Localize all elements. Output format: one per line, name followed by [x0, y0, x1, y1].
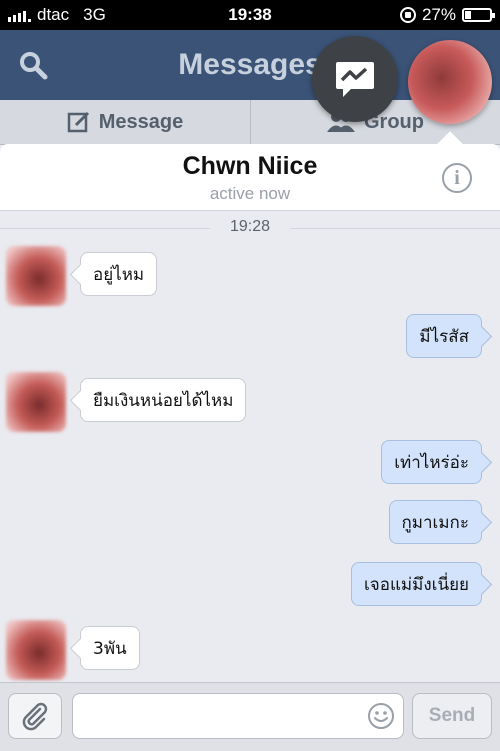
message-input-box[interactable]: [72, 693, 404, 740]
compose-icon: [67, 111, 89, 133]
timestamp-divider: 19:28: [0, 218, 500, 238]
battery-icon: [462, 8, 495, 22]
contact-avatar[interactable]: [6, 620, 66, 680]
messenger-bubble-button[interactable]: [312, 36, 398, 122]
tab-new-message[interactable]: Message: [0, 100, 251, 144]
message-bubble-outgoing: มีไรสัส: [406, 314, 482, 358]
tab-label: Message: [98, 110, 184, 133]
paperclip-icon: [22, 702, 48, 731]
status-bar: dtac 3G 19:38 27%: [0, 0, 500, 30]
contact-avatar[interactable]: [6, 246, 66, 306]
info-icon[interactable]: i: [442, 163, 472, 193]
conversation-header: Chwn Niice active now i: [0, 144, 500, 211]
message-bubble-outgoing: เจอแม่มึงเนี่ยย: [350, 562, 482, 606]
message-bubble-outgoing: เท่าไหร่อ่ะ: [381, 440, 482, 484]
message-timestamp: 19:28: [210, 218, 290, 236]
message-bubble-outgoing: กูมาเมกะ: [388, 500, 482, 544]
contact-chat-head-avatar[interactable]: [408, 40, 492, 124]
battery-fill: [465, 11, 471, 19]
status-right: 27%: [399, 5, 495, 25]
messenger-icon: [336, 62, 374, 97]
conversation-panel: Chwn Niice active now i 19:28 อยู่ไหม มี…: [0, 144, 500, 750]
contact-avatar[interactable]: [6, 372, 66, 432]
send-button[interactable]: Send: [412, 693, 492, 739]
message-composer: Send: [0, 682, 500, 751]
contact-status: active now: [209, 184, 291, 203]
message-input[interactable]: [81, 694, 365, 740]
message-bubble-incoming: อยู่ไหม: [80, 252, 158, 296]
rotation-lock-icon: [399, 7, 416, 23]
message-bubble-incoming: 3พัน: [80, 626, 140, 670]
contact-name: Chwn Niice: [182, 152, 318, 180]
emoji-icon[interactable]: [367, 702, 395, 730]
message-bubble-incoming: ยืมเงินหน่อยได้ไหม: [80, 378, 247, 422]
battery-percent: 27%: [421, 5, 456, 24]
attach-button[interactable]: [8, 693, 62, 739]
